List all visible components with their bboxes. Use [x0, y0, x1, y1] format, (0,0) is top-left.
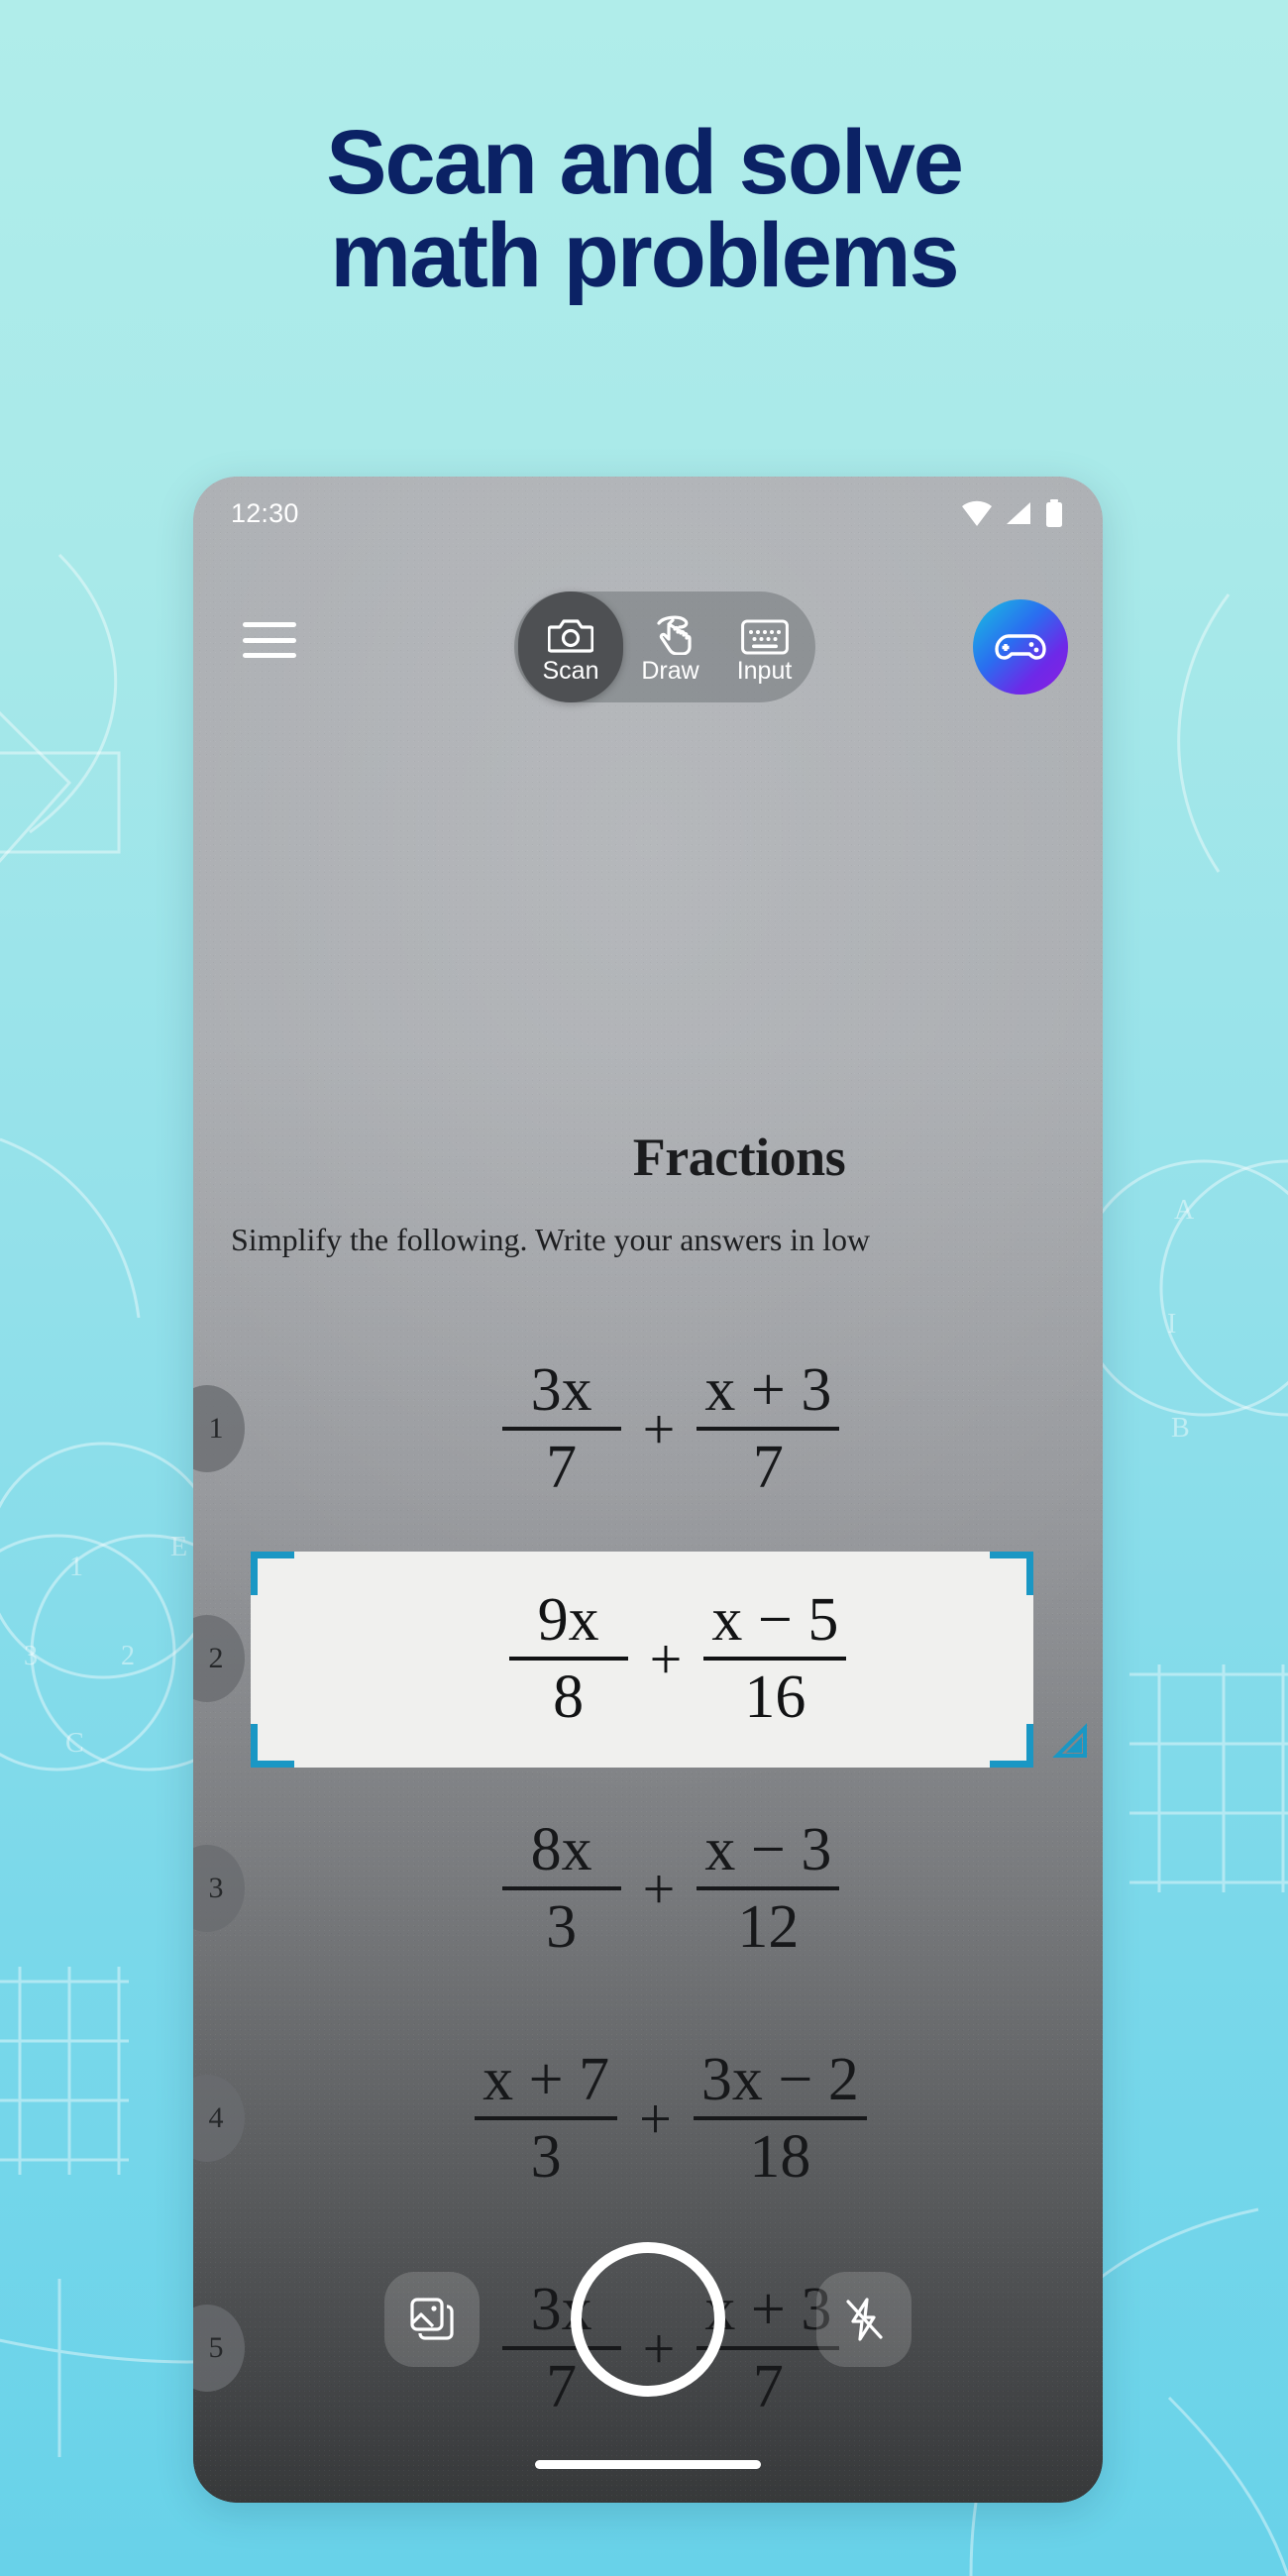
mode-switcher: Scan Draw Input [514, 591, 815, 702]
operator: + [642, 1856, 676, 1921]
problem-row[interactable]: 3 8x 3 + x − 3 12 [193, 1773, 1103, 2003]
worksheet-instruction: Simplify the following. Write your answe… [231, 1222, 871, 1257]
gamepad-icon [995, 634, 1046, 660]
problem-expression: 8x 3 + x − 3 12 [193, 1819, 1103, 1958]
problem-row[interactable]: 4 x + 7 3 + 3x − 2 18 [193, 2003, 1103, 2233]
problem-expression: 3x 7 + x + 3 7 [193, 1359, 1103, 1498]
fraction-numerator: 3x [530, 1356, 592, 1424]
problem-row[interactable]: 1 3x 7 + x + 3 7 [193, 1314, 1103, 1544]
gallery-button[interactable] [384, 2272, 480, 2367]
operator: + [649, 1626, 683, 1691]
resize-handle-icon[interactable] [1051, 1722, 1089, 1760]
camera-icon [548, 611, 593, 655]
flash-button[interactable] [816, 2272, 912, 2367]
fraction-denominator: 16 [744, 1664, 806, 1731]
fraction-numerator: 8x [530, 1816, 592, 1883]
flash-off-icon [846, 2298, 883, 2341]
problem-expression: 9x 8 + x − 5 16 [193, 1589, 1103, 1728]
svg-text:B: B [1171, 1413, 1190, 1444]
tab-scan-label: Scan [542, 656, 599, 685]
top-toolbar: Scan Draw Input [193, 588, 1103, 706]
fraction-numerator: x + 7 [483, 2046, 610, 2113]
problem-expression: x + 7 3 + 3x − 2 18 [193, 2049, 1103, 2188]
status-bar: 12:30 [193, 477, 1103, 550]
fraction-right: x + 3 7 [697, 1356, 840, 1501]
svg-text:C: C [65, 1728, 84, 1759]
svg-text:A: A [1174, 1195, 1195, 1226]
fraction-numerator: x + 3 [704, 1356, 832, 1424]
fraction-right: x − 5 16 [703, 1586, 847, 1731]
svg-text:E: E [170, 1532, 187, 1562]
fraction-numerator: 9x [537, 1586, 599, 1654]
worksheet-title: Fractions [632, 1127, 846, 1187]
fraction-numerator: x − 3 [704, 1816, 832, 1883]
fraction-numerator: x − 5 [711, 1586, 839, 1654]
fraction-left: 9x 8 [508, 1586, 628, 1731]
keyboard-icon [740, 611, 789, 655]
gallery-icon [410, 2298, 454, 2340]
fraction-denominator: 7 [752, 1434, 784, 1501]
cellular-signal-icon [1007, 502, 1030, 524]
fraction-right: x − 3 12 [697, 1816, 840, 1961]
page-title: Scan and solve math problems [0, 116, 1288, 306]
operator: + [642, 1396, 676, 1461]
fraction-left: 3x 7 [501, 1356, 621, 1501]
status-icons [962, 499, 1063, 527]
operator: + [639, 2086, 672, 2151]
fraction-denominator: 8 [553, 1664, 585, 1731]
problem-row-selected[interactable]: 2 9x 8 + x − 5 16 [193, 1544, 1103, 1773]
hamburger-menu-icon[interactable] [241, 617, 298, 663]
tab-input-label: Input [736, 656, 793, 685]
fraction-denominator: 3 [546, 1893, 578, 1961]
fraction-left: 8x 3 [501, 1816, 621, 1961]
fraction-denominator: 7 [546, 1434, 578, 1501]
fraction-numerator: 3x − 2 [700, 2046, 859, 2113]
tab-input[interactable]: Input [717, 591, 811, 702]
avatar[interactable] [973, 599, 1068, 695]
fraction-denominator: 3 [530, 2123, 562, 2191]
tab-draw[interactable]: Draw [623, 591, 717, 702]
svg-text:2: 2 [121, 1641, 135, 1671]
shutter-button[interactable] [571, 2242, 725, 2397]
svg-text:I: I [1167, 1309, 1176, 1340]
fraction-denominator: 12 [737, 1893, 800, 1961]
svg-text:1: 1 [69, 1552, 83, 1582]
fraction-right: 3x − 2 18 [693, 2046, 867, 2191]
fraction-denominator: 18 [749, 2123, 811, 2191]
tab-scan[interactable]: Scan [518, 591, 623, 702]
home-indicator [535, 2460, 761, 2469]
fraction-left: x + 7 3 [475, 2046, 618, 2191]
phone-mockup: 12:30 Fractions Simplify the following. … [193, 477, 1103, 2503]
battery-icon [1046, 499, 1062, 527]
svg-text:3: 3 [24, 1641, 38, 1671]
hand-draw-icon [649, 611, 693, 655]
phone-screen: 12:30 Fractions Simplify the following. … [193, 477, 1103, 2503]
headline-line-2: math problems [330, 204, 959, 306]
status-time: 12:30 [231, 497, 299, 528]
tab-draw-label: Draw [641, 656, 699, 685]
camera-controls [193, 2205, 1103, 2503]
wifi-icon [962, 500, 992, 526]
headline-line-1: Scan and solve [326, 112, 964, 213]
